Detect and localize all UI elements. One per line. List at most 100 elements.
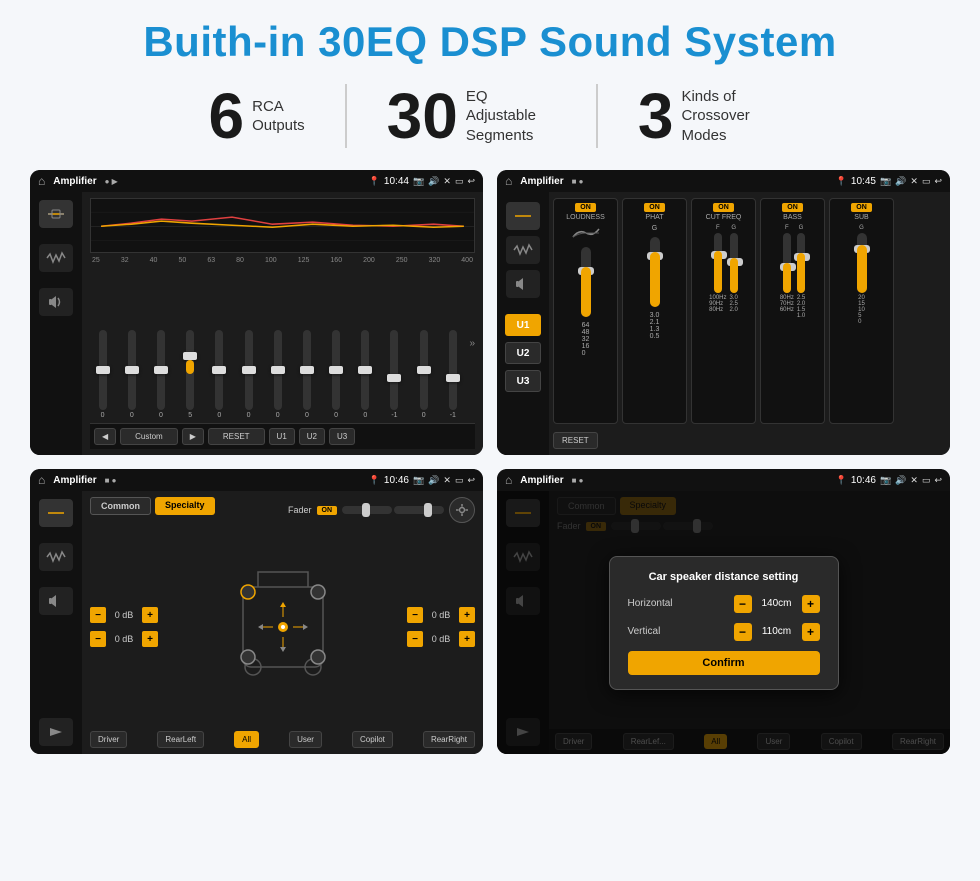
- db-minus-2[interactable]: −: [90, 631, 106, 647]
- driver-btn[interactable]: Driver: [90, 731, 127, 748]
- reset-btn[interactable]: RESET: [208, 428, 265, 445]
- vertical-value: 110cm: [757, 626, 797, 637]
- cutfreq-g-slider[interactable]: [730, 233, 738, 293]
- loudness-on-badge[interactable]: ON: [575, 203, 596, 212]
- bass-sliders: F 80Hz70Hz60Hz: [780, 225, 805, 319]
- prev-btn[interactable]: ◀: [94, 428, 116, 445]
- more-icon[interactable]: »: [469, 338, 475, 349]
- play-btn[interactable]: ▶: [182, 428, 204, 445]
- status-time-3: 10:46: [384, 475, 409, 486]
- db-minus-1[interactable]: −: [90, 607, 106, 623]
- module-sub: ON SUB G 20151050: [829, 198, 894, 424]
- cross-speaker-icon[interactable]: [506, 270, 540, 298]
- fader-arrow-icon[interactable]: [39, 718, 73, 746]
- db-plus-2[interactable]: +: [142, 631, 158, 647]
- copilot-btn[interactable]: Copilot: [352, 731, 393, 748]
- stat-crossover-number: 3: [638, 84, 674, 148]
- stat-eq-number: 30: [387, 84, 458, 148]
- u1-btn[interactable]: U1: [269, 428, 295, 445]
- cross-filter-icon[interactable]: [506, 202, 540, 230]
- u3-btn[interactable]: U3: [329, 428, 355, 445]
- eq-speaker-icon[interactable]: [39, 288, 73, 316]
- cross-wave-icon[interactable]: [506, 236, 540, 264]
- phat-on-badge[interactable]: ON: [644, 203, 665, 212]
- status-dots-2: ■ ●: [572, 177, 584, 186]
- gps-icon-1: 📍: [369, 176, 380, 187]
- eq-slider-8: 0: [294, 330, 319, 419]
- user-btn[interactable]: User: [289, 731, 322, 748]
- bass-f-slider[interactable]: [783, 233, 791, 293]
- bass-g-slider[interactable]: [797, 233, 805, 293]
- eq-slider-2: 0: [119, 330, 144, 419]
- status-right-4: 📍 10:46 📷 🔊 ✕ ▭ ↩: [836, 475, 942, 486]
- eq-sliders: 0 0 0 5: [90, 268, 475, 423]
- all-btn[interactable]: All: [234, 731, 259, 748]
- cutfreq-on-badge[interactable]: ON: [713, 203, 734, 212]
- fader-filter-icon[interactable]: [39, 499, 73, 527]
- fader-label: Fader: [288, 505, 312, 515]
- db-minus-3[interactable]: −: [407, 607, 423, 623]
- vertical-label: Vertical: [628, 626, 661, 637]
- horizontal-minus-btn[interactable]: −: [734, 595, 752, 613]
- u1-select-btn[interactable]: U1: [505, 314, 541, 336]
- fader-slider-2[interactable]: [394, 506, 444, 514]
- confirm-button[interactable]: Confirm: [628, 651, 820, 675]
- status-title-4: Amplifier: [520, 475, 563, 486]
- fader-slider-1[interactable]: [342, 506, 392, 514]
- cutfreq-label: CUT FREQ: [706, 214, 742, 221]
- cutfreq-g-scale: 3.02.52.0: [730, 295, 738, 313]
- eq-wave-icon[interactable]: [39, 244, 73, 272]
- fader-right-db: − 0 dB + − 0 dB +: [407, 529, 475, 725]
- eq-slider-3: 0: [148, 330, 173, 419]
- sub-on-badge[interactable]: ON: [851, 203, 872, 212]
- vertical-plus-btn[interactable]: +: [802, 623, 820, 641]
- eq-screen: 25 32 40 50 63 80 100 125 160 200 250 32…: [30, 192, 483, 455]
- fader-wave-icon[interactable]: [39, 543, 73, 571]
- car-diagram: [166, 529, 399, 725]
- cutfreq-f-scale: 100Hz90Hz80Hz: [709, 295, 726, 313]
- rearright-btn[interactable]: RearRight: [423, 731, 475, 748]
- loudness-slider[interactable]: [581, 247, 591, 317]
- horizontal-plus-btn[interactable]: +: [802, 595, 820, 613]
- home-icon-1: ⌂: [38, 174, 45, 188]
- x-icon-4: ✕: [910, 475, 918, 486]
- status-dots-1: ● ▶: [105, 177, 118, 186]
- eq-filter-icon[interactable]: [39, 200, 73, 228]
- tab-specialty[interactable]: Specialty: [155, 497, 215, 515]
- fader-speaker-icon[interactable]: [39, 587, 73, 615]
- sub-slider[interactable]: [857, 233, 867, 293]
- phat-slider[interactable]: [650, 237, 660, 307]
- custom-btn[interactable]: Custom: [120, 428, 178, 445]
- u3-select-btn[interactable]: U3: [505, 370, 541, 392]
- stat-eq: 30 EQ AdjustableSegments: [347, 84, 598, 148]
- db-plus-4[interactable]: +: [459, 631, 475, 647]
- dialog-overlay: Car speaker distance setting Horizontal …: [497, 491, 950, 754]
- stat-eq-label: EQ AdjustableSegments: [466, 87, 556, 146]
- db-plus-1[interactable]: +: [142, 607, 158, 623]
- rearleft-btn[interactable]: RearLeft: [157, 731, 204, 748]
- stats-row: 6 RCAOutputs 30 EQ AdjustableSegments 3 …: [30, 84, 950, 148]
- eq-slider-6: 0: [236, 330, 261, 419]
- cutfreq-f-slider[interactable]: [714, 233, 722, 293]
- page-title: Buith-in 30EQ DSP Sound System: [30, 18, 950, 66]
- eq-slider-10: 0: [353, 330, 378, 419]
- fader-on-badge[interactable]: ON: [317, 506, 338, 515]
- u2-select-btn[interactable]: U2: [505, 342, 541, 364]
- db-minus-4[interactable]: −: [407, 631, 423, 647]
- settings-icon[interactable]: [449, 497, 475, 523]
- vertical-minus-btn[interactable]: −: [734, 623, 752, 641]
- cross-reset-btn[interactable]: RESET: [553, 432, 598, 449]
- eq-left-panel: [30, 192, 82, 455]
- status-left-3: ⌂ Amplifier ■ ●: [38, 473, 116, 487]
- x-icon-3: ✕: [443, 475, 451, 486]
- crossover-screen: U1 U2 U3 ON LOUDNESS: [497, 192, 950, 455]
- db-control-2: − 0 dB +: [90, 631, 158, 647]
- bass-f-scale: 80Hz70Hz60Hz: [780, 295, 794, 313]
- status-left-2: ⌂ Amplifier ■ ●: [505, 174, 583, 188]
- tab-common[interactable]: Common: [90, 497, 151, 515]
- dialog-box: Car speaker distance setting Horizontal …: [609, 556, 839, 690]
- u2-btn[interactable]: U2: [299, 428, 325, 445]
- status-left-4: ⌂ Amplifier ■ ●: [505, 473, 583, 487]
- db-plus-3[interactable]: +: [459, 607, 475, 623]
- bass-on-badge[interactable]: ON: [782, 203, 803, 212]
